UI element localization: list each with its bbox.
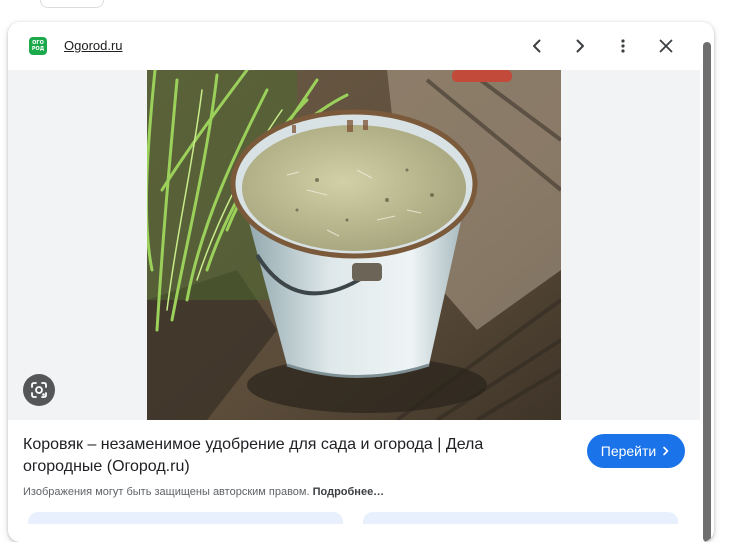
image-preview-panel: ОГО РОД Ogorod.ru Коровяк – незаменимое …: [8, 22, 714, 542]
chevron-right-icon: [576, 39, 584, 53]
previous-result-card-edge: [40, 0, 104, 8]
visit-button-label: Перейти: [600, 443, 657, 459]
related-card[interactable]: [363, 512, 678, 524]
preview-header: ОГО РОД Ogorod.ru: [8, 22, 714, 70]
copyright-notice: Изображения могут быть защищены авторски…: [23, 486, 384, 498]
close-button[interactable]: [654, 34, 678, 58]
more-options-button[interactable]: [611, 34, 635, 58]
chevron-left-icon: [533, 39, 541, 53]
next-image-button[interactable]: [568, 34, 592, 58]
site-logo-icon: ОГО РОД: [29, 37, 47, 55]
close-icon: [659, 39, 673, 53]
scrollbar[interactable]: [702, 38, 712, 542]
google-lens-button[interactable]: [23, 374, 55, 406]
chevron-right-icon: [663, 446, 669, 456]
more-vert-icon: [621, 39, 625, 53]
image-viewer: [8, 70, 700, 420]
related-card[interactable]: [28, 512, 343, 524]
learn-more-link[interactable]: Подробнее…: [313, 486, 385, 498]
visit-button[interactable]: Перейти: [587, 434, 685, 468]
scrollbar-thumb[interactable]: [703, 42, 711, 542]
previous-image-button[interactable]: [525, 34, 549, 58]
preview-photo[interactable]: [147, 70, 561, 420]
copyright-text: Изображения могут быть защищены авторски…: [23, 486, 310, 498]
result-title-link[interactable]: Коровяк – незаменимое удобрение для сада…: [23, 434, 543, 478]
google-lens-icon: [31, 382, 47, 398]
site-name-link[interactable]: Ogorod.ru: [64, 38, 123, 53]
